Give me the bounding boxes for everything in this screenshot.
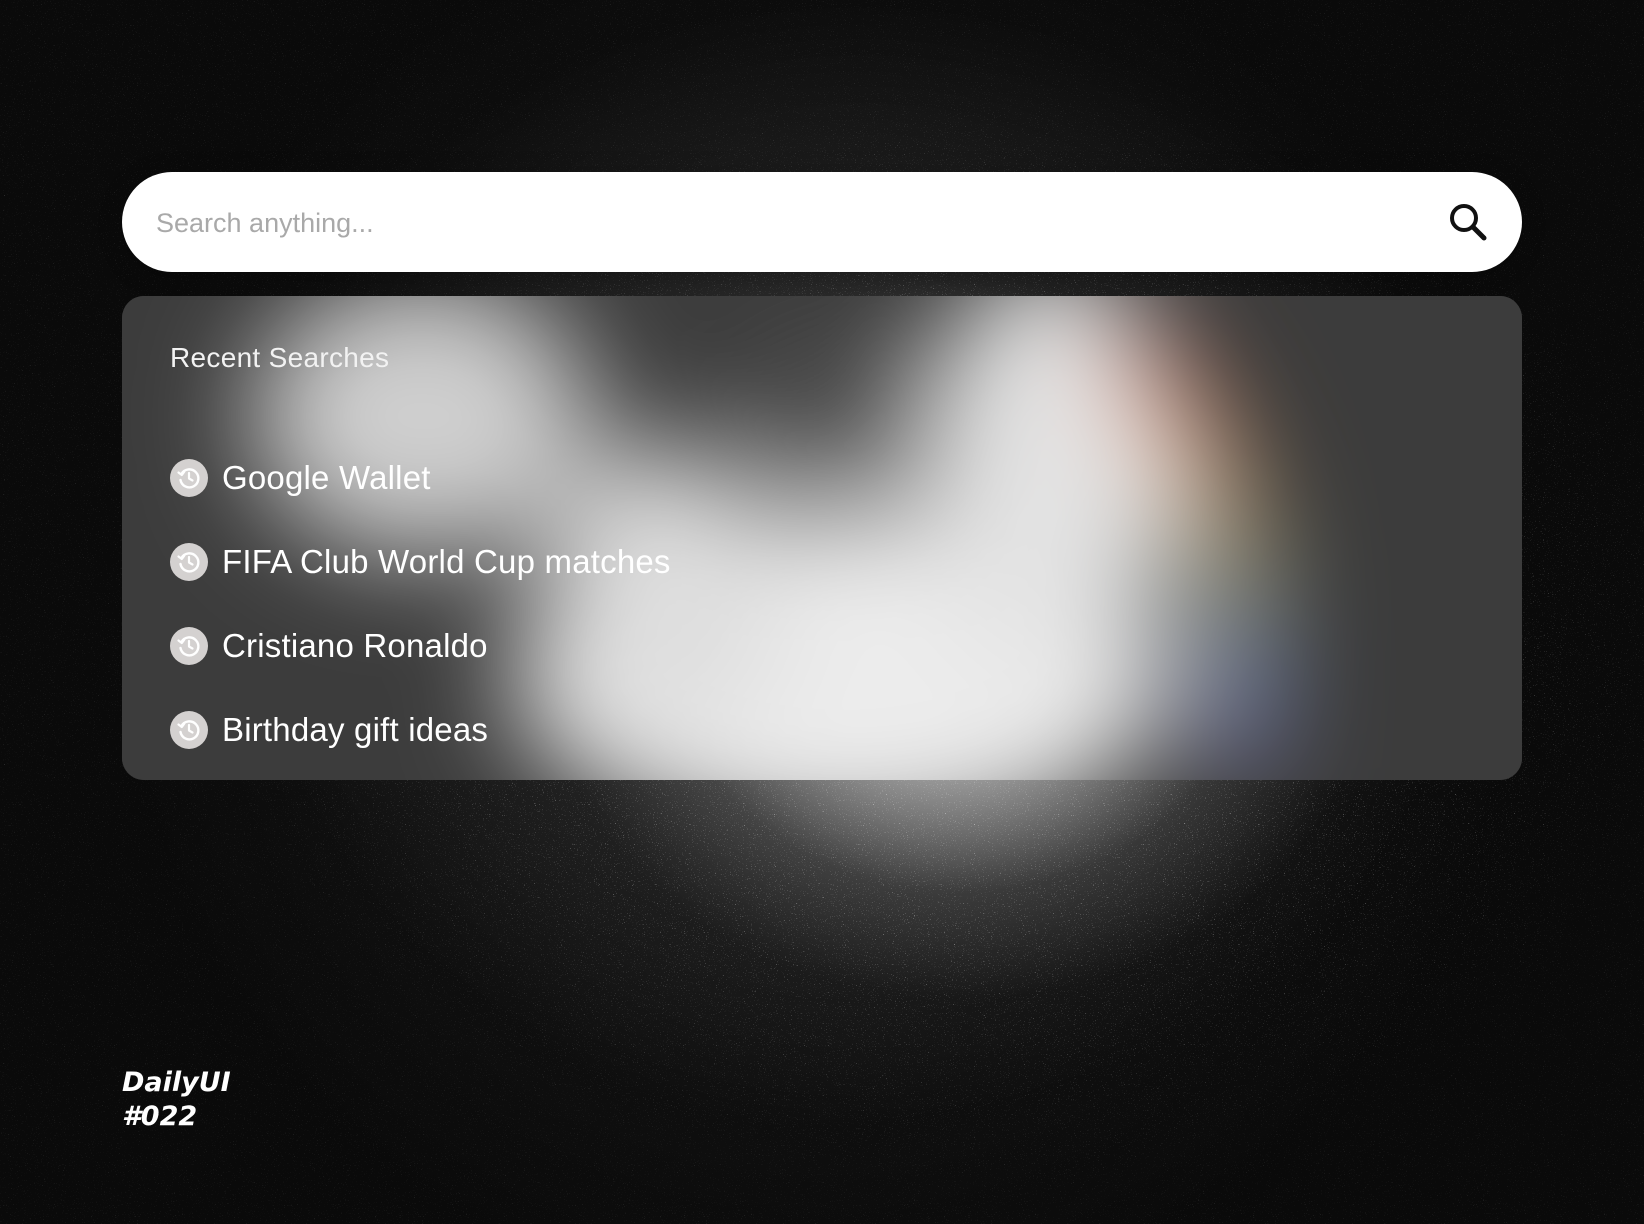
search-icon[interactable] [1444, 198, 1492, 246]
history-icon [170, 459, 208, 497]
brand-line-2: #022 [122, 1101, 198, 1132]
search-input[interactable] [154, 172, 1398, 274]
recent-searches-title: Recent Searches [170, 342, 390, 373]
recent-search-label: Google Wallet [222, 459, 431, 496]
recent-search-label: Birthday gift ideas [222, 711, 489, 748]
recent-searches-panel: Recent Searches Google Wallet FIFA Club [122, 296, 1522, 780]
brand-line-1: DailyUI [122, 1067, 231, 1098]
recent-search-item[interactable]: Google Wallet [170, 436, 671, 520]
search-bar[interactable] [122, 172, 1522, 274]
recent-search-item[interactable]: Birthday gift ideas [170, 688, 671, 772]
recent-searches-list: Google Wallet FIFA Club World Cup matche… [170, 436, 671, 772]
recent-search-item[interactable]: FIFA Club World Cup matches [170, 520, 671, 604]
history-icon [170, 543, 208, 581]
history-icon [170, 627, 208, 665]
recent-search-label: FIFA Club World Cup matches [222, 543, 671, 580]
dailyui-tag: DailyUI #022 [122, 1066, 231, 1134]
recent-search-item[interactable]: Cristiano Ronaldo [170, 604, 671, 688]
recent-search-label: Cristiano Ronaldo [222, 627, 488, 664]
history-icon [170, 711, 208, 749]
